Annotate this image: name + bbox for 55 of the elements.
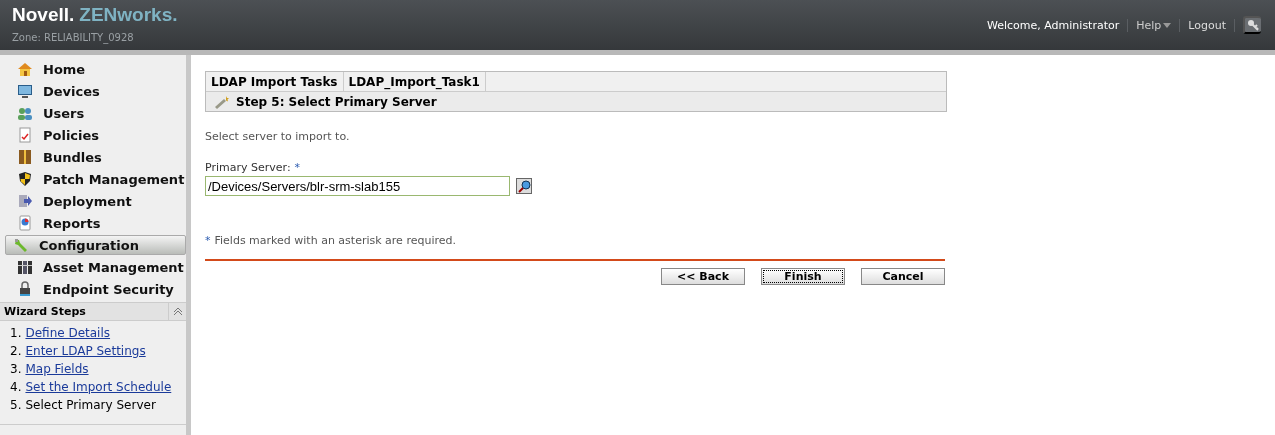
arrow-icon xyxy=(17,193,33,209)
caret-icon xyxy=(1163,22,1172,28)
people-icon xyxy=(17,105,33,121)
house-icon xyxy=(17,61,33,77)
zone-label: Zone: RELIABILITY_0928 xyxy=(12,32,135,43)
step-number: 2. xyxy=(10,344,22,358)
step-link[interactable]: Set the Import Schedule xyxy=(25,380,172,394)
monitor-icon xyxy=(17,83,33,99)
required-mark: * xyxy=(205,234,211,247)
required-note: Fields marked with an asterisk are required. xyxy=(214,234,456,247)
step-link[interactable]: Define Details xyxy=(25,326,111,340)
breadcrumb-item[interactable]: LDAP Import Tasks xyxy=(206,72,344,91)
required-mark: * xyxy=(294,161,301,174)
step-link[interactable]: Enter LDAP Settings xyxy=(25,344,146,358)
binders-icon xyxy=(17,259,33,275)
box-icon xyxy=(17,149,33,165)
wand-icon xyxy=(214,94,230,109)
nav-item[interactable]: Asset Management xyxy=(5,256,186,278)
step-number: 1. xyxy=(10,326,22,340)
wizard-button[interactable]: << Back xyxy=(661,268,745,285)
nav-item[interactable]: Endpoint Security xyxy=(5,278,186,300)
nav-item[interactable]: Patch Management xyxy=(5,168,186,190)
logout-link[interactable]: Logout xyxy=(1180,18,1235,32)
step-link[interactable]: Map Fields xyxy=(25,362,89,376)
key-icon[interactable] xyxy=(1243,16,1261,34)
nav-item[interactable]: Reports xyxy=(5,212,186,234)
server-field[interactable]: /Devices/Servers/blr-srm-slab155 xyxy=(205,176,510,196)
search-icon[interactable] xyxy=(516,178,532,194)
step-title: Step 5: Select Primary Server xyxy=(236,94,437,109)
wizard-button[interactable]: Cancel xyxy=(861,268,945,285)
nav-item[interactable]: Users xyxy=(5,102,186,124)
product-logo: ZENworks. xyxy=(79,4,178,25)
nav-item[interactable]: Bundles xyxy=(5,146,186,168)
wizard-button[interactable]: Finish xyxy=(761,268,845,285)
nav-item[interactable]: Deployment xyxy=(5,190,186,212)
document-icon xyxy=(17,127,33,143)
brand-logo: Novell. xyxy=(12,4,75,25)
step-number: 3. xyxy=(10,362,22,376)
current-step: Select Primary Server xyxy=(25,398,156,412)
instruction-text: Select server to import to. xyxy=(205,130,351,143)
help-menu[interactable]: Help xyxy=(1128,18,1181,32)
step-number: 4. xyxy=(10,380,22,394)
field-label: Primary Server: xyxy=(205,161,291,174)
nav-item[interactable]: Configuration xyxy=(5,235,186,255)
breadcrumb-item[interactable]: LDAP_Import_Task1 xyxy=(343,72,486,91)
shield-icon xyxy=(17,171,33,187)
panel-title: Wizard Steps xyxy=(3,305,86,318)
nav-item[interactable]: Home xyxy=(5,58,186,80)
step-number: 5. xyxy=(10,398,22,412)
lock-icon xyxy=(17,281,33,297)
nav-item[interactable]: Policies xyxy=(5,124,186,146)
wrench-icon xyxy=(13,237,29,253)
nav-item[interactable]: Devices xyxy=(5,80,186,102)
chart-icon xyxy=(17,215,33,231)
welcome-text: Welcome, Administrator xyxy=(978,18,1129,32)
